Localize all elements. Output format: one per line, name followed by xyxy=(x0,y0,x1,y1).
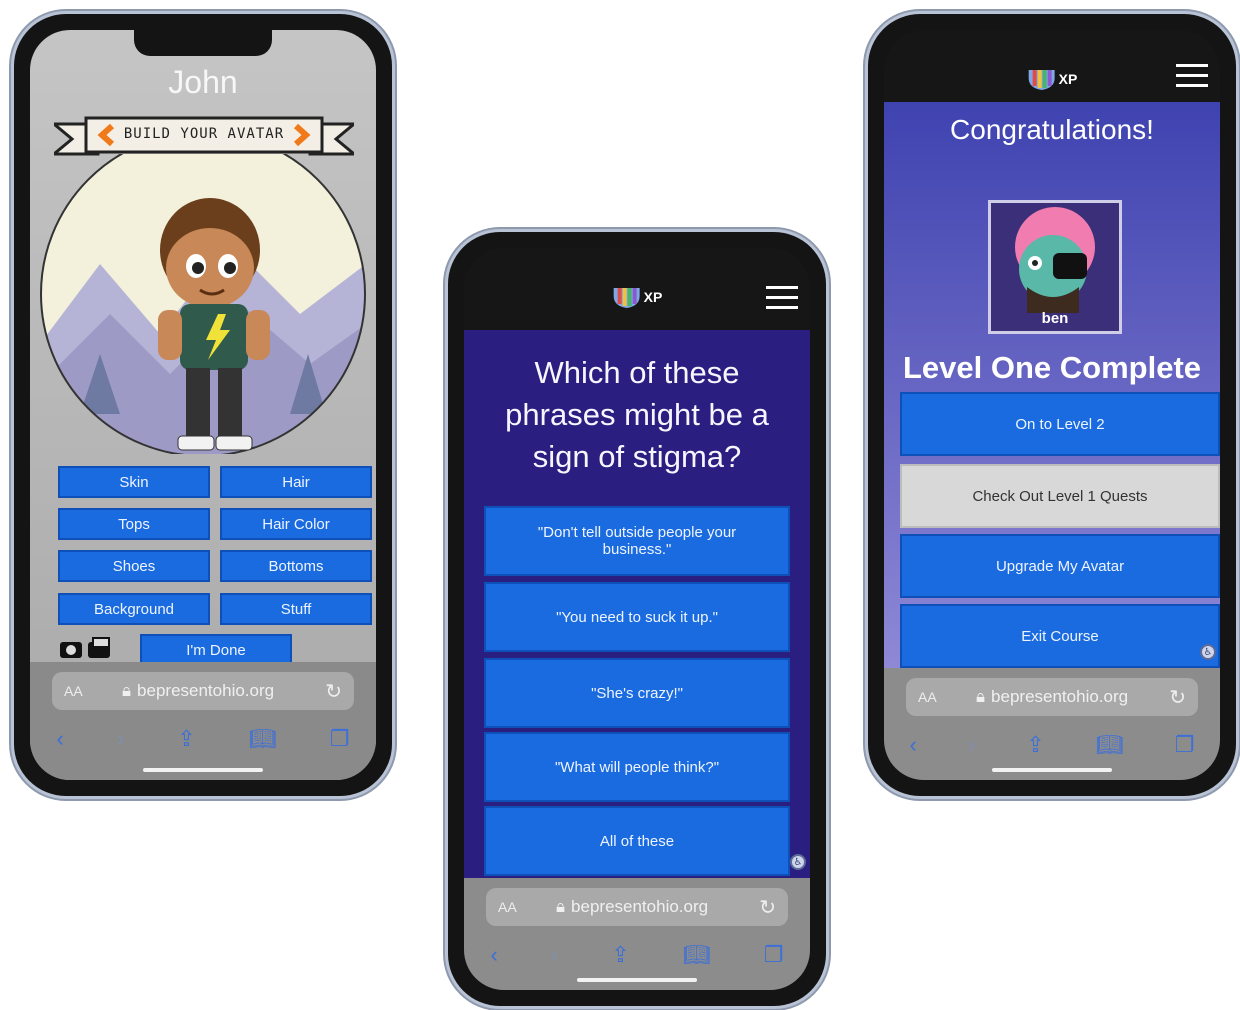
hair-button[interactable]: Hair xyxy=(220,466,372,498)
forward-icon[interactable]: › xyxy=(968,732,975,758)
rainbow-shield-icon xyxy=(1028,70,1055,90)
reload-icon[interactable]: ↻ xyxy=(325,679,342,704)
completion-panel: Congratulations! ben Level One Complete … xyxy=(884,102,1220,668)
bookmarks-icon[interactable]: 📖︎ xyxy=(683,942,711,968)
url-text: bepresentohio.org xyxy=(571,897,709,916)
home-indicator xyxy=(143,768,263,772)
address-bar[interactable]: AA 🔒︎ bepresentohio.org ↻ xyxy=(906,678,1198,716)
bookmarks-icon[interactable]: 📖︎ xyxy=(1096,732,1124,758)
text-size-button[interactable]: AA xyxy=(64,683,83,699)
browser-toolbar: AA 🔒︎ bepresentohio.org ↻ ‹ › ⇪ 📖︎ ❐ xyxy=(30,662,376,780)
menu-icon[interactable] xyxy=(766,286,798,316)
phone-level-complete: XP Congratulations! ben Level One Comple… xyxy=(868,14,1236,796)
notch xyxy=(134,30,272,56)
address-bar[interactable]: AA 🔒︎ bepresentohio.org ↻ xyxy=(486,888,788,926)
forward-icon[interactable]: › xyxy=(117,726,124,752)
quiz-question: Which of these phrases might be a sign o… xyxy=(505,355,769,474)
back-icon[interactable]: ‹ xyxy=(910,732,917,758)
answer-option[interactable]: "You need to suck it up." xyxy=(484,582,790,652)
lock-icon: 🔒︎ xyxy=(122,681,132,700)
xp-logo: XP xyxy=(612,286,662,308)
level-complete-heading: Level One Complete xyxy=(902,350,1202,385)
accessibility-icon[interactable]: ♿︎ xyxy=(1200,644,1216,660)
hair-color-button[interactable]: Hair Color xyxy=(220,508,372,540)
print-icon[interactable] xyxy=(88,637,110,658)
stuff-button[interactable]: Stuff xyxy=(220,593,372,625)
avatar-card: ben xyxy=(988,200,1122,334)
background-button[interactable]: Background xyxy=(58,593,210,625)
avatar-preview xyxy=(40,154,366,454)
lock-icon: 🔒︎ xyxy=(556,897,566,916)
tabs-icon[interactable]: ❐ xyxy=(764,942,784,968)
text-size-button[interactable]: AA xyxy=(918,689,937,705)
accessibility-icon[interactable]: ♿︎ xyxy=(790,854,806,870)
forward-icon[interactable]: › xyxy=(551,942,558,968)
upgrade-avatar-button[interactable]: Upgrade My Avatar xyxy=(900,534,1220,598)
player-name: John xyxy=(168,64,238,100)
tabs-icon[interactable]: ❐ xyxy=(1175,732,1195,758)
tabs-icon[interactable]: ❐ xyxy=(330,726,350,752)
answer-option[interactable]: "Don't tell outside people your business… xyxy=(484,506,790,576)
share-icon[interactable]: ⇪ xyxy=(177,726,195,752)
shoes-button[interactable]: Shoes xyxy=(58,550,210,582)
share-icon[interactable]: ⇪ xyxy=(1026,732,1044,758)
url-text: bepresentohio.org xyxy=(137,681,275,700)
browser-toolbar: AA 🔒︎ bepresentohio.org ↻ ‹ › ⇪ 📖︎ ❐ xyxy=(884,668,1220,780)
bottoms-button[interactable]: Bottoms xyxy=(220,550,372,582)
tops-button[interactable]: Tops xyxy=(58,508,210,540)
lock-icon: 🔒︎ xyxy=(976,687,986,706)
level-quests-button[interactable]: Check Out Level 1 Quests xyxy=(900,464,1220,528)
url-text: bepresentohio.org xyxy=(991,687,1129,706)
reload-icon[interactable]: ↻ xyxy=(1169,685,1186,710)
skin-button[interactable]: Skin xyxy=(58,466,210,498)
avatar-name: ben xyxy=(1041,310,1069,327)
congrats-heading: Congratulations! xyxy=(950,114,1154,145)
quiz-panel: Which of these phrases might be a sign o… xyxy=(464,330,810,878)
home-indicator xyxy=(577,978,697,982)
back-icon[interactable]: ‹ xyxy=(491,942,498,968)
reload-icon[interactable]: ↻ xyxy=(759,895,776,920)
menu-icon[interactable] xyxy=(1176,64,1208,94)
phone-quiz: XP Which of these phrases might be a sig… xyxy=(448,232,826,1006)
xp-logo: XP xyxy=(1027,68,1077,90)
back-icon[interactable]: ‹ xyxy=(57,726,64,752)
next-level-button[interactable]: On to Level 2 xyxy=(900,392,1220,456)
rainbow-shield-icon xyxy=(613,288,640,308)
text-size-button[interactable]: AA xyxy=(498,899,517,915)
browser-toolbar: AA 🔒︎ bepresentohio.org ↻ ‹ › ⇪ 📖︎ ❐ xyxy=(464,878,810,990)
banner-text: BUILD YOUR AVATAR xyxy=(123,126,285,142)
exit-course-button[interactable]: Exit Course xyxy=(900,604,1220,668)
avatar-image xyxy=(1015,207,1095,313)
home-indicator xyxy=(992,768,1112,772)
answer-option[interactable]: "What will people think?" xyxy=(484,732,790,802)
share-icon[interactable]: ⇪ xyxy=(611,942,629,968)
phone-avatar-builder: John BUILD YOUR AVATAR Skin Hair Tops Ha… xyxy=(14,14,392,796)
answer-option[interactable]: "She's crazy!" xyxy=(484,658,790,728)
answer-option-all[interactable]: All of these xyxy=(484,806,790,876)
address-bar[interactable]: AA 🔒︎ bepresentohio.org ↻ xyxy=(52,672,354,710)
bookmarks-icon[interactable]: 📖︎ xyxy=(249,726,277,752)
camera-icon[interactable] xyxy=(60,642,82,658)
